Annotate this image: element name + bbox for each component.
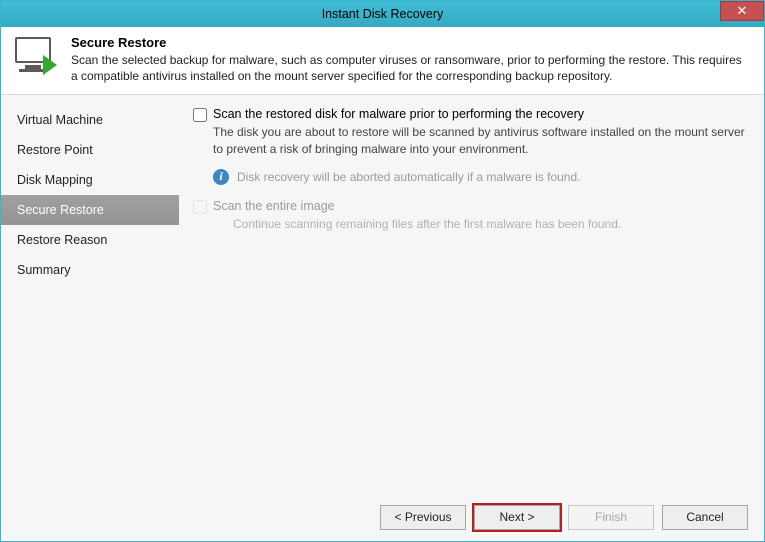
scan-malware-description: The disk you are about to restore will b…: [213, 124, 748, 156]
sidebar-step-secure-restore[interactable]: Secure Restore: [1, 195, 179, 225]
scan-malware-checkbox[interactable]: [193, 108, 207, 122]
wizard-header: Secure Restore Scan the selected backup …: [1, 27, 764, 95]
info-icon: i: [213, 169, 229, 185]
previous-button[interactable]: < Previous: [380, 505, 466, 530]
info-row: i Disk recovery will be aborted automati…: [213, 169, 748, 185]
scan-malware-row: Scan the restored disk for malware prior…: [193, 107, 748, 122]
finish-button: Finish: [568, 505, 654, 530]
sidebar-step-virtual-machine[interactable]: Virtual Machine: [1, 105, 179, 135]
info-text: Disk recovery will be aborted automatica…: [237, 170, 580, 184]
close-button[interactable]: ✕: [720, 1, 764, 21]
next-button[interactable]: Next >: [474, 505, 560, 530]
close-icon: ✕: [737, 3, 748, 19]
step-content: Scan the restored disk for malware prior…: [179, 95, 764, 493]
wizard-footer: < Previous Next > Finish Cancel: [1, 493, 764, 541]
header-title: Secure Restore: [71, 35, 750, 50]
wizard-body: Virtual Machine Restore Point Disk Mappi…: [1, 95, 764, 493]
secure-restore-icon: [15, 35, 61, 77]
cancel-button[interactable]: Cancel: [662, 505, 748, 530]
sidebar-step-restore-point[interactable]: Restore Point: [1, 135, 179, 165]
header-description: Scan the selected backup for malware, su…: [71, 52, 750, 84]
header-text: Secure Restore Scan the selected backup …: [71, 35, 750, 84]
scan-entire-description: Continue scanning remaining files after …: [233, 216, 748, 232]
window-title: Instant Disk Recovery: [1, 7, 764, 21]
sidebar-step-disk-mapping[interactable]: Disk Mapping: [1, 165, 179, 195]
titlebar: Instant Disk Recovery ✕: [1, 1, 764, 27]
scan-entire-row: Scan the entire image: [193, 199, 748, 214]
wizard-window: Instant Disk Recovery ✕ Secure Restore S…: [0, 0, 765, 542]
sidebar-step-restore-reason[interactable]: Restore Reason: [1, 225, 179, 255]
scan-malware-label: Scan the restored disk for malware prior…: [213, 107, 584, 121]
sidebar-step-summary[interactable]: Summary: [1, 255, 179, 285]
scan-entire-checkbox: [193, 200, 207, 214]
step-sidebar: Virtual Machine Restore Point Disk Mappi…: [1, 95, 179, 493]
scan-entire-label: Scan the entire image: [213, 199, 335, 213]
